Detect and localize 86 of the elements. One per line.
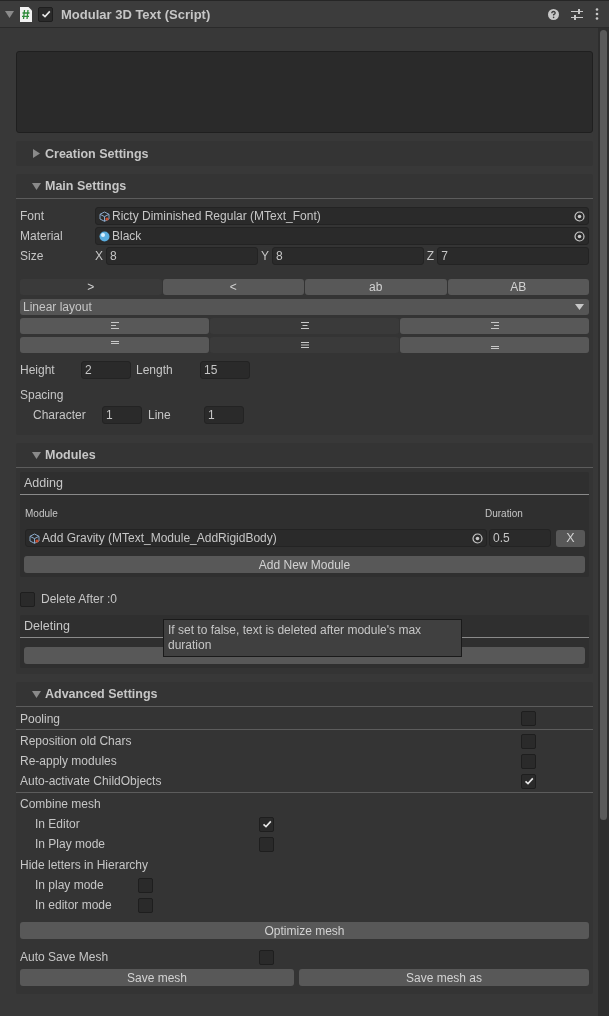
collapse-triangle-icon[interactable] — [32, 181, 41, 191]
option-label: Pooling — [20, 711, 61, 726]
align-right-icon — [490, 322, 499, 330]
remove-button[interactable]: X — [556, 529, 585, 547]
number-field[interactable]: 1 — [204, 406, 244, 424]
number-field[interactable]: 0.5 — [489, 529, 551, 547]
align-center-icon — [300, 322, 309, 330]
checkmark-icon — [39, 8, 52, 20]
help-icon[interactable] — [548, 8, 559, 20]
section-title[interactable]: Creation Settings — [45, 146, 149, 161]
option-label: Auto Save Mesh — [20, 950, 110, 964]
number-field[interactable]: 8 — [106, 247, 258, 265]
component-title: Modular 3D Text (Script) — [61, 6, 212, 22]
object-picker-icon[interactable] — [574, 230, 585, 242]
settings-sliders-icon[interactable] — [571, 8, 583, 20]
option-label: In Play mode — [35, 837, 107, 851]
object-picker-icon[interactable] — [472, 532, 483, 544]
column-header: Module — [25, 507, 59, 519]
column-header: Duration — [485, 507, 524, 519]
number-field[interactable]: 2 — [81, 361, 131, 379]
script-file-icon — [20, 6, 32, 22]
field-value: Add Gravity (MText_Module_AddRigidBody) — [42, 531, 278, 545]
dropdown-value: Linear layout — [23, 300, 92, 314]
tooltip: If set to false, text is deleted after module's max duration — [163, 619, 462, 657]
object-field[interactable]: Add Gravity (MText_Module_AddRigidBody) — [25, 529, 487, 547]
save-mesh-button[interactable]: Save mesh — [20, 969, 294, 986]
field-label: Height — [20, 363, 56, 377]
axis-label: X — [95, 249, 103, 263]
save-mesh-button[interactable]: Save mesh as — [299, 969, 589, 986]
sphere-icon — [99, 230, 110, 242]
toggle-button[interactable]: ab — [305, 279, 447, 295]
more-options-icon[interactable] — [595, 8, 599, 20]
list-title: Adding — [24, 476, 63, 490]
number-field[interactable]: 7 — [437, 247, 589, 265]
field-label: Size — [20, 249, 45, 263]
number-field[interactable]: 8 — [271, 247, 424, 265]
field-value: Ricty Diminished Regular (MText_Font) — [112, 209, 322, 223]
toggle-button[interactable]: AB — [447, 279, 589, 295]
collapse-triangle-icon[interactable] — [5, 9, 14, 19]
field-label: Length — [136, 363, 174, 377]
group-label: Hide letters in Hierarchy — [20, 858, 149, 872]
collapse-triangle-icon[interactable] — [32, 450, 41, 460]
option-label: In editor mode — [35, 898, 113, 912]
checkbox[interactable] — [259, 816, 274, 832]
collapse-triangle-icon[interactable] — [32, 689, 41, 699]
axis-label: Z — [426, 249, 435, 263]
object-field[interactable]: Black — [95, 227, 589, 245]
group-label: Combine mesh — [20, 797, 101, 811]
expand-triangle-icon[interactable] — [32, 149, 41, 158]
object-picker-icon[interactable] — [574, 210, 585, 222]
toggle-button[interactable]: > — [20, 279, 162, 295]
option-label: Reposition old Chars — [20, 734, 132, 748]
checkbox-label: Delete After :0 — [41, 592, 118, 606]
field-value: Black — [112, 229, 143, 243]
optimize-mesh-button[interactable]: Optimize mesh — [20, 922, 589, 939]
field-label: Material — [20, 229, 64, 243]
scrollbar[interactable] — [598, 28, 609, 1016]
field-label: Line — [148, 408, 172, 422]
checkmark-icon — [260, 818, 273, 830]
align-left-icon — [110, 322, 119, 330]
option-label: In Editor — [35, 817, 81, 831]
add-module-button[interactable]: Add New Module — [24, 556, 585, 573]
number-field[interactable]: 15 — [200, 361, 250, 379]
option-label: In play mode — [35, 878, 105, 892]
option-label: Auto-activate ChildObjects — [20, 774, 162, 788]
axis-label: Y — [260, 249, 269, 263]
section-title[interactable]: Modules — [45, 448, 96, 462]
object-field[interactable]: Ricty Diminished Regular (MText_Font) — [95, 207, 589, 225]
checkbox[interactable] — [38, 6, 53, 22]
text-input-area[interactable] — [16, 51, 593, 133]
field-label: Font — [20, 209, 45, 223]
align-middle-icon — [300, 341, 309, 349]
toggle-button[interactable]: < — [162, 279, 304, 295]
list-title: Deleting — [24, 619, 70, 633]
section-title[interactable]: Main Settings — [45, 179, 127, 193]
layout-dropdown[interactable]: Linear layout — [20, 299, 589, 315]
cube-icon — [29, 532, 40, 544]
field-label: Spacing — [20, 388, 65, 402]
checkbox[interactable] — [521, 773, 536, 789]
number-field[interactable]: 1 — [102, 406, 142, 424]
cube-icon — [99, 210, 110, 222]
section-title[interactable]: Advanced Settings — [45, 687, 158, 701]
dropdown-arrow-icon — [575, 304, 584, 310]
checkmark-icon — [522, 775, 535, 787]
option-label: Re-apply modules — [20, 754, 117, 768]
field-label: Character — [33, 408, 87, 422]
